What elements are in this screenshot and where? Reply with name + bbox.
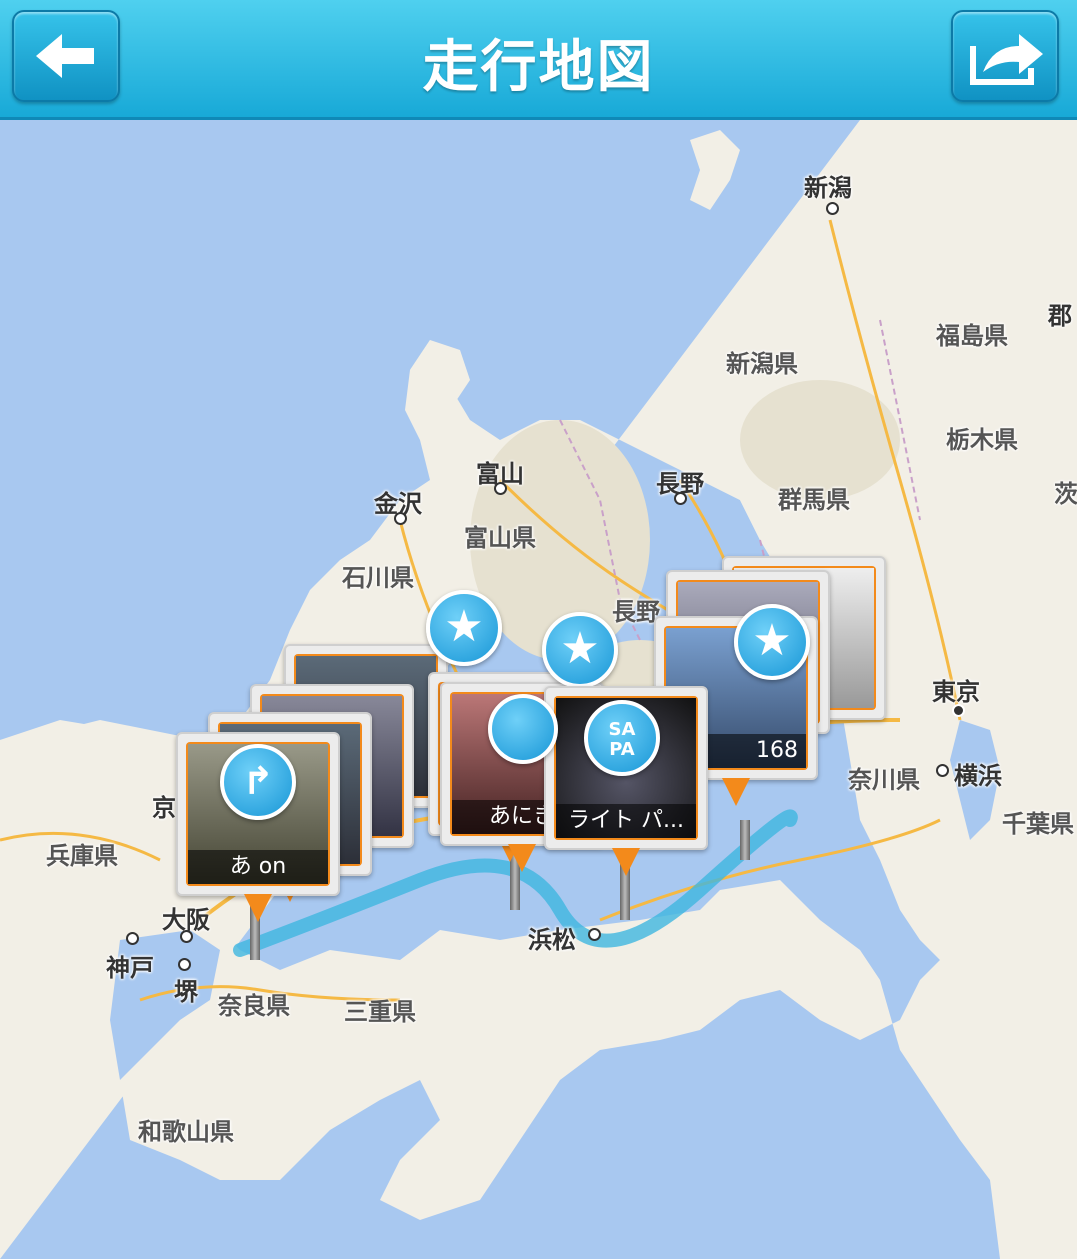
app-header: 走行地図 xyxy=(0,0,1077,120)
city-dot-kanazawa xyxy=(394,512,407,525)
city-dot-tokyo xyxy=(952,704,965,717)
cluster-badge xyxy=(488,694,558,764)
pref-label-fukushima: 福島県 xyxy=(936,322,1008,350)
pref-label-kanagawa: 奈川県 xyxy=(848,766,920,794)
marker-caption: ライト パ... xyxy=(556,804,696,838)
pref-label-hyogo: 兵庫県 xyxy=(46,842,118,870)
city-label-sakai: 堺 xyxy=(174,978,198,1006)
city-dot-niigata xyxy=(826,202,839,215)
junction-icon[interactable]: ↱ xyxy=(220,744,296,820)
pref-label-nagano: 長野 xyxy=(612,598,660,626)
sapa-label-bottom: PA xyxy=(609,739,635,760)
pref-label-wakayama: 和歌山県 xyxy=(138,1118,234,1146)
pref-label-toyama: 富山県 xyxy=(464,524,536,552)
city-label-hamamatsu: 浜松 xyxy=(528,926,576,954)
pref-label-chiba: 千葉県 xyxy=(1002,810,1074,838)
pref-label-ibaraki: 茨 xyxy=(1054,480,1077,508)
pref-label-niigata: 新潟県 xyxy=(726,350,798,378)
pref-label-gunma: 群馬県 xyxy=(778,486,850,514)
pref-label-nara: 奈良県 xyxy=(218,992,290,1020)
marker-pole xyxy=(740,820,750,860)
favorite-star-badge[interactable]: ★ xyxy=(542,612,618,688)
favorite-star-badge[interactable]: ★ xyxy=(426,590,502,666)
city-label-niigata: 新潟 xyxy=(804,174,852,202)
city-label-yokohama: 横浜 xyxy=(954,762,1002,790)
city-dot-hamamatsu xyxy=(588,928,601,941)
city-dot-osaka xyxy=(180,930,193,943)
share-icon xyxy=(970,34,1043,85)
page-title: 走行地図 xyxy=(422,35,655,100)
city-dot-toyama xyxy=(494,482,507,495)
city-label-tokyo: 東京 xyxy=(932,678,980,706)
city-dot-nagano xyxy=(674,492,687,505)
city-dot-kobe xyxy=(126,932,139,945)
route-map[interactable]: 新潟 富山 金沢 長野 東京 横浜 大阪 神戸 堺 浜松 郡 京 福島県 新潟県… xyxy=(0,120,1077,1259)
pref-label-mie: 三重県 xyxy=(344,998,416,1026)
pref-label-ishikawa: 石川県 xyxy=(342,564,414,592)
city-dot-yokohama xyxy=(936,764,949,777)
city-dot-sakai xyxy=(178,958,191,971)
marker-caption: あ on xyxy=(188,850,328,884)
city-label-kyoto: 京 xyxy=(152,794,176,822)
city-label-koriyama: 郡 xyxy=(1048,302,1072,330)
sapa-badge[interactable]: SA PA xyxy=(584,700,660,776)
sapa-label-top: SA xyxy=(608,719,636,740)
city-label-kobe: 神戸 xyxy=(106,954,154,982)
favorite-star-badge[interactable]: ★ xyxy=(734,604,810,680)
share-button[interactable] xyxy=(951,10,1059,102)
pref-label-tochigi: 栃木県 xyxy=(946,426,1018,454)
